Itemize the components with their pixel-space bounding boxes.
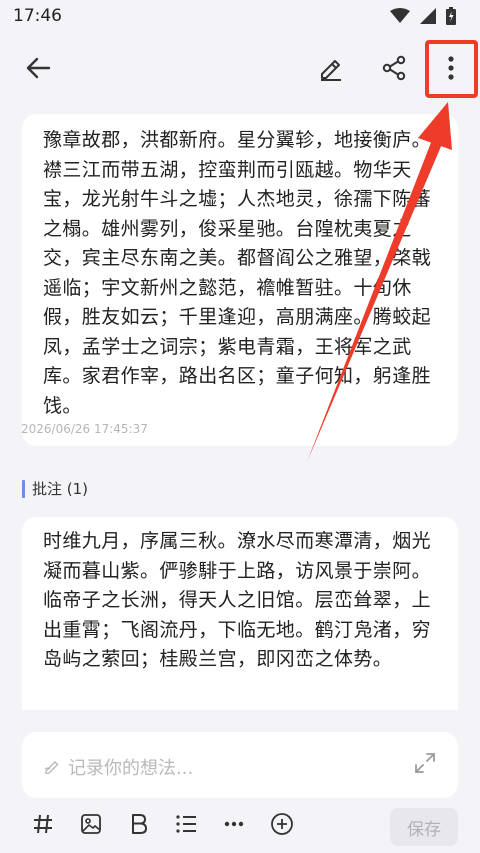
bold-icon bbox=[132, 814, 147, 834]
add-button[interactable] bbox=[268, 810, 296, 838]
edit-button[interactable] bbox=[313, 50, 349, 86]
list-button[interactable] bbox=[172, 810, 200, 838]
image-button[interactable] bbox=[77, 810, 105, 838]
annotations-header: 批注 (1) bbox=[22, 478, 88, 499]
note-timestamp: 2026/06/26 17:45:37 bbox=[21, 422, 148, 436]
bold-button[interactable] bbox=[125, 810, 153, 838]
annotations-accent-bar bbox=[22, 479, 25, 498]
note-text: 豫章故郡，洪都新府。星分翼轸，地接衡庐。襟三江而带五湖，控蛮荆而引瓯越。物华天宝… bbox=[43, 129, 432, 417]
back-button[interactable] bbox=[20, 50, 56, 86]
highlight-box bbox=[425, 40, 478, 98]
battery-icon bbox=[446, 7, 456, 25]
annotation-text: 时维九月，序属三秋。潦水尽而寒潭清，烟光凝而暮山紫。俨骖騑于上路，访风景于崇阿。… bbox=[43, 530, 432, 670]
pencil-icon bbox=[321, 60, 341, 81]
expand-button[interactable] bbox=[414, 752, 440, 778]
share-icon bbox=[382, 55, 406, 81]
thought-input[interactable]: 记录你的想法... bbox=[22, 732, 458, 798]
note-card[interactable]: 豫章故郡，洪都新府。星分翼轸，地接衡庐。襟三江而带五湖，控蛮荆而引瓯越。物华天宝… bbox=[22, 114, 458, 446]
add-circle-icon bbox=[271, 813, 293, 835]
annotations-label: 批注 (1) bbox=[32, 480, 89, 498]
pen-small-icon bbox=[44, 761, 59, 774]
wifi-icon bbox=[390, 8, 410, 23]
status-bar: 17:46 bbox=[0, 0, 480, 34]
signal-icon bbox=[420, 8, 436, 24]
image-icon bbox=[81, 814, 101, 834]
more-tools-button[interactable] bbox=[220, 810, 248, 838]
share-button[interactable] bbox=[376, 50, 412, 86]
save-button[interactable]: 保存 bbox=[390, 808, 458, 846]
expand-icon bbox=[415, 753, 435, 773]
top-app-bar bbox=[0, 40, 480, 100]
more-horizontal-icon bbox=[224, 821, 244, 827]
arrow-left-icon bbox=[26, 57, 51, 79]
composer-toolbar: 保存 bbox=[0, 806, 480, 850]
status-icons bbox=[390, 7, 456, 25]
tag-button[interactable] bbox=[29, 810, 57, 838]
list-icon bbox=[176, 815, 196, 833]
thought-input-placeholder: 记录你的想法... bbox=[68, 758, 194, 779]
status-time: 17:46 bbox=[13, 6, 62, 26]
annotation-card[interactable]: 时维九月，序属三秋。潦水尽而寒潭清，烟光凝而暮山紫。俨骖騑于上路，访风景于崇阿。… bbox=[22, 517, 458, 727]
composer-panel: 记录你的想法... 保存 bbox=[0, 710, 480, 853]
hash-icon bbox=[34, 814, 52, 834]
